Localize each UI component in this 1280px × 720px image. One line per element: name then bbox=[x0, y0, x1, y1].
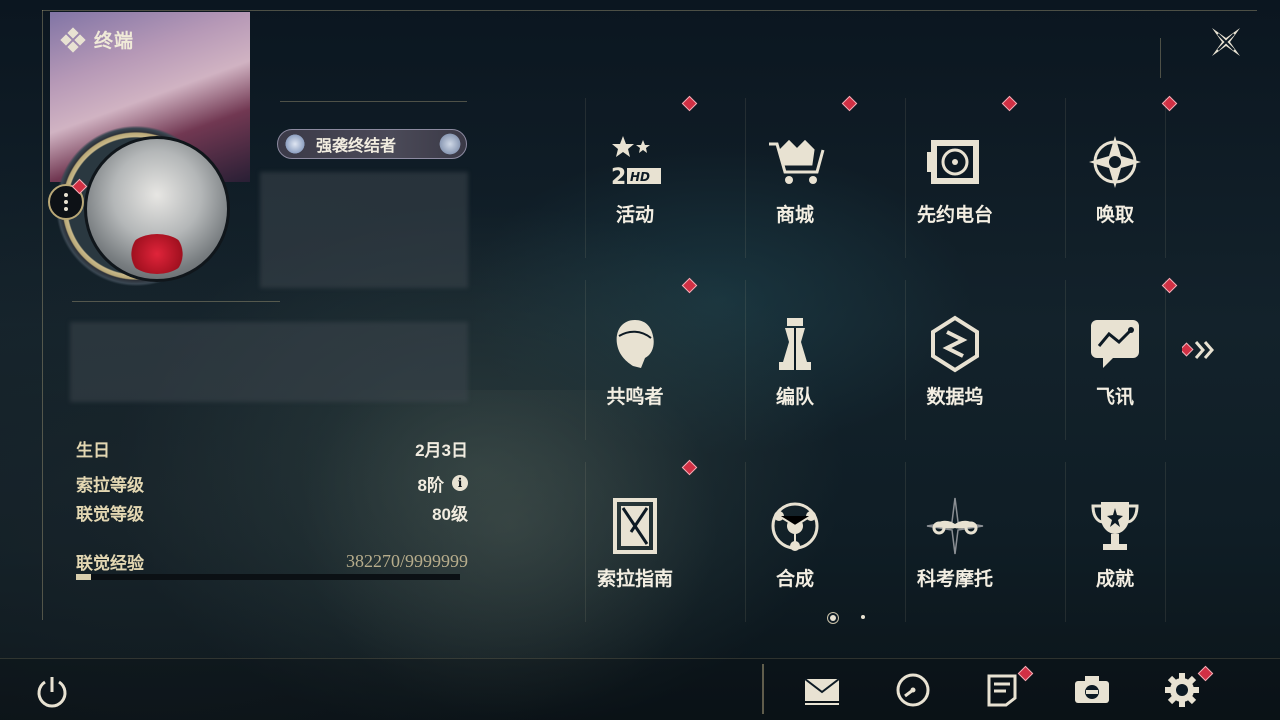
sol-rank-label: 索拉等级 bbox=[76, 475, 144, 495]
grid-separator bbox=[905, 462, 906, 622]
menu-item-label: 飞讯 bbox=[1095, 387, 1134, 408]
union-exp-bar bbox=[76, 574, 460, 580]
union-exp-fill bbox=[76, 574, 91, 580]
grid-separator bbox=[585, 462, 586, 622]
union-level-row: 联觉等级 80级 bbox=[76, 500, 468, 524]
grid-separator bbox=[745, 462, 746, 622]
message-bubble-icon bbox=[1091, 320, 1139, 368]
birthday-value: 2月3日 bbox=[415, 440, 468, 460]
next-page-arrow-icon[interactable] bbox=[1182, 338, 1222, 362]
menu-item-label: 合成 bbox=[775, 569, 814, 590]
grid-separator bbox=[1065, 280, 1066, 440]
mail-icon[interactable] bbox=[802, 670, 842, 710]
sol-rank-value: 8阶 bbox=[417, 475, 444, 495]
motorbike-icon bbox=[926, 497, 984, 555]
grid-separator bbox=[1165, 280, 1166, 440]
menu-item-resonator-head[interactable]: 共鸣者 bbox=[555, 274, 715, 456]
union-exp-row: 联觉经验 382270/9999999 bbox=[76, 549, 468, 573]
guidebook-icon bbox=[613, 498, 657, 554]
union-level-value: 80级 bbox=[432, 504, 468, 524]
grid-separator bbox=[905, 98, 906, 258]
menu-alert-dot bbox=[841, 95, 858, 112]
camera-icon[interactable] bbox=[1072, 670, 1112, 710]
menu-alert-dot bbox=[681, 277, 698, 294]
birthday-label: 生日 bbox=[76, 440, 110, 460]
grid-separator bbox=[1065, 98, 1066, 258]
profile-stats: 生日 2月3日 索拉等级 8阶 i 联觉等级 80级 联觉经验 382270/9… bbox=[76, 0, 468, 600]
grid-separator bbox=[1165, 462, 1166, 622]
grid-separator bbox=[1165, 98, 1166, 258]
grid-separator bbox=[585, 280, 586, 440]
menu-item-label: 科考摩托 bbox=[916, 569, 993, 590]
menu-item-shop-crown-cart[interactable]: 商城 bbox=[715, 92, 875, 274]
menu-item-label: 活动 bbox=[615, 205, 654, 226]
menu-alert-dot bbox=[1001, 95, 1018, 112]
menu-item-message-bubble[interactable]: 飞讯 bbox=[1035, 274, 1195, 456]
svg-text:2: 2 bbox=[611, 165, 626, 190]
convene-star-icon bbox=[1089, 136, 1141, 188]
sol-rank-value-wrap: 8阶 i bbox=[418, 471, 468, 496]
union-exp-label: 联觉经验 bbox=[76, 553, 144, 573]
menu-item-team-chess[interactable]: 编队 bbox=[715, 274, 875, 456]
menu-item-synthesis[interactable]: 合成 bbox=[715, 456, 875, 638]
menu-item-label: 索拉指南 bbox=[596, 569, 673, 590]
sol-rank-row: 索拉等级 8阶 i bbox=[76, 471, 468, 495]
menu-item-label: 商城 bbox=[775, 205, 814, 226]
synthesis-icon bbox=[771, 502, 819, 551]
bottom-separator bbox=[762, 664, 764, 714]
birthday-row: 生日 2月3日 bbox=[76, 436, 468, 460]
svg-text:HD: HD bbox=[630, 170, 650, 184]
shop-crown-cart-icon bbox=[769, 139, 825, 184]
grid-separator bbox=[585, 98, 586, 258]
menu-item-trophy[interactable]: 成就 bbox=[1035, 456, 1195, 638]
menu-item-label: 先约电台 bbox=[916, 205, 993, 226]
menu-item-label: 成就 bbox=[1095, 569, 1134, 590]
notice-icon[interactable] bbox=[982, 670, 1022, 710]
menu-item-convene-star[interactable]: 唤取 bbox=[1035, 92, 1195, 274]
data-bank-icon bbox=[931, 315, 979, 373]
menu-item-motorbike[interactable]: 科考摩托 bbox=[875, 456, 1035, 638]
page-dot-1[interactable] bbox=[830, 615, 836, 621]
events-2hd-icon: 2 HD bbox=[611, 136, 661, 190]
menu-item-label: 编队 bbox=[775, 387, 814, 408]
menu-alert-dot bbox=[681, 95, 698, 112]
menu-item-label: 数据坞 bbox=[926, 387, 984, 408]
grid-separator bbox=[905, 280, 906, 440]
radio-pass-icon bbox=[927, 140, 979, 184]
close-icon[interactable] bbox=[1208, 24, 1244, 60]
team-chess-icon bbox=[779, 318, 811, 370]
info-icon[interactable]: i bbox=[452, 475, 468, 491]
grid-separator bbox=[745, 280, 746, 440]
menu-item-data-bank[interactable]: 数据坞 bbox=[875, 274, 1035, 456]
page-dot-2[interactable] bbox=[861, 615, 865, 619]
union-exp-value: 382270/9999999 bbox=[345, 550, 468, 571]
union-level-label: 联觉等级 bbox=[76, 504, 144, 524]
grid-separator bbox=[745, 98, 746, 258]
resonator-head-icon bbox=[616, 320, 654, 368]
menu-item-label: 共鸣者 bbox=[606, 387, 664, 408]
trophy-icon bbox=[1091, 502, 1139, 550]
settings-gear-icon[interactable] bbox=[1162, 670, 1202, 710]
menu-item-events-2hd[interactable]: 2 HD 活动 bbox=[555, 92, 715, 274]
menu-item-label: 唤取 bbox=[1095, 205, 1134, 226]
menu-alert-dot bbox=[681, 459, 698, 476]
menu-item-radio-pass[interactable]: 先约电台 bbox=[875, 92, 1035, 274]
menu-item-guidebook[interactable]: 索拉指南 bbox=[555, 456, 715, 638]
frame-corner-line bbox=[1160, 38, 1161, 78]
clock-icon[interactable] bbox=[893, 670, 933, 710]
grid-separator bbox=[1065, 462, 1066, 622]
power-icon[interactable] bbox=[32, 672, 72, 712]
frame-left-line bbox=[42, 10, 43, 620]
